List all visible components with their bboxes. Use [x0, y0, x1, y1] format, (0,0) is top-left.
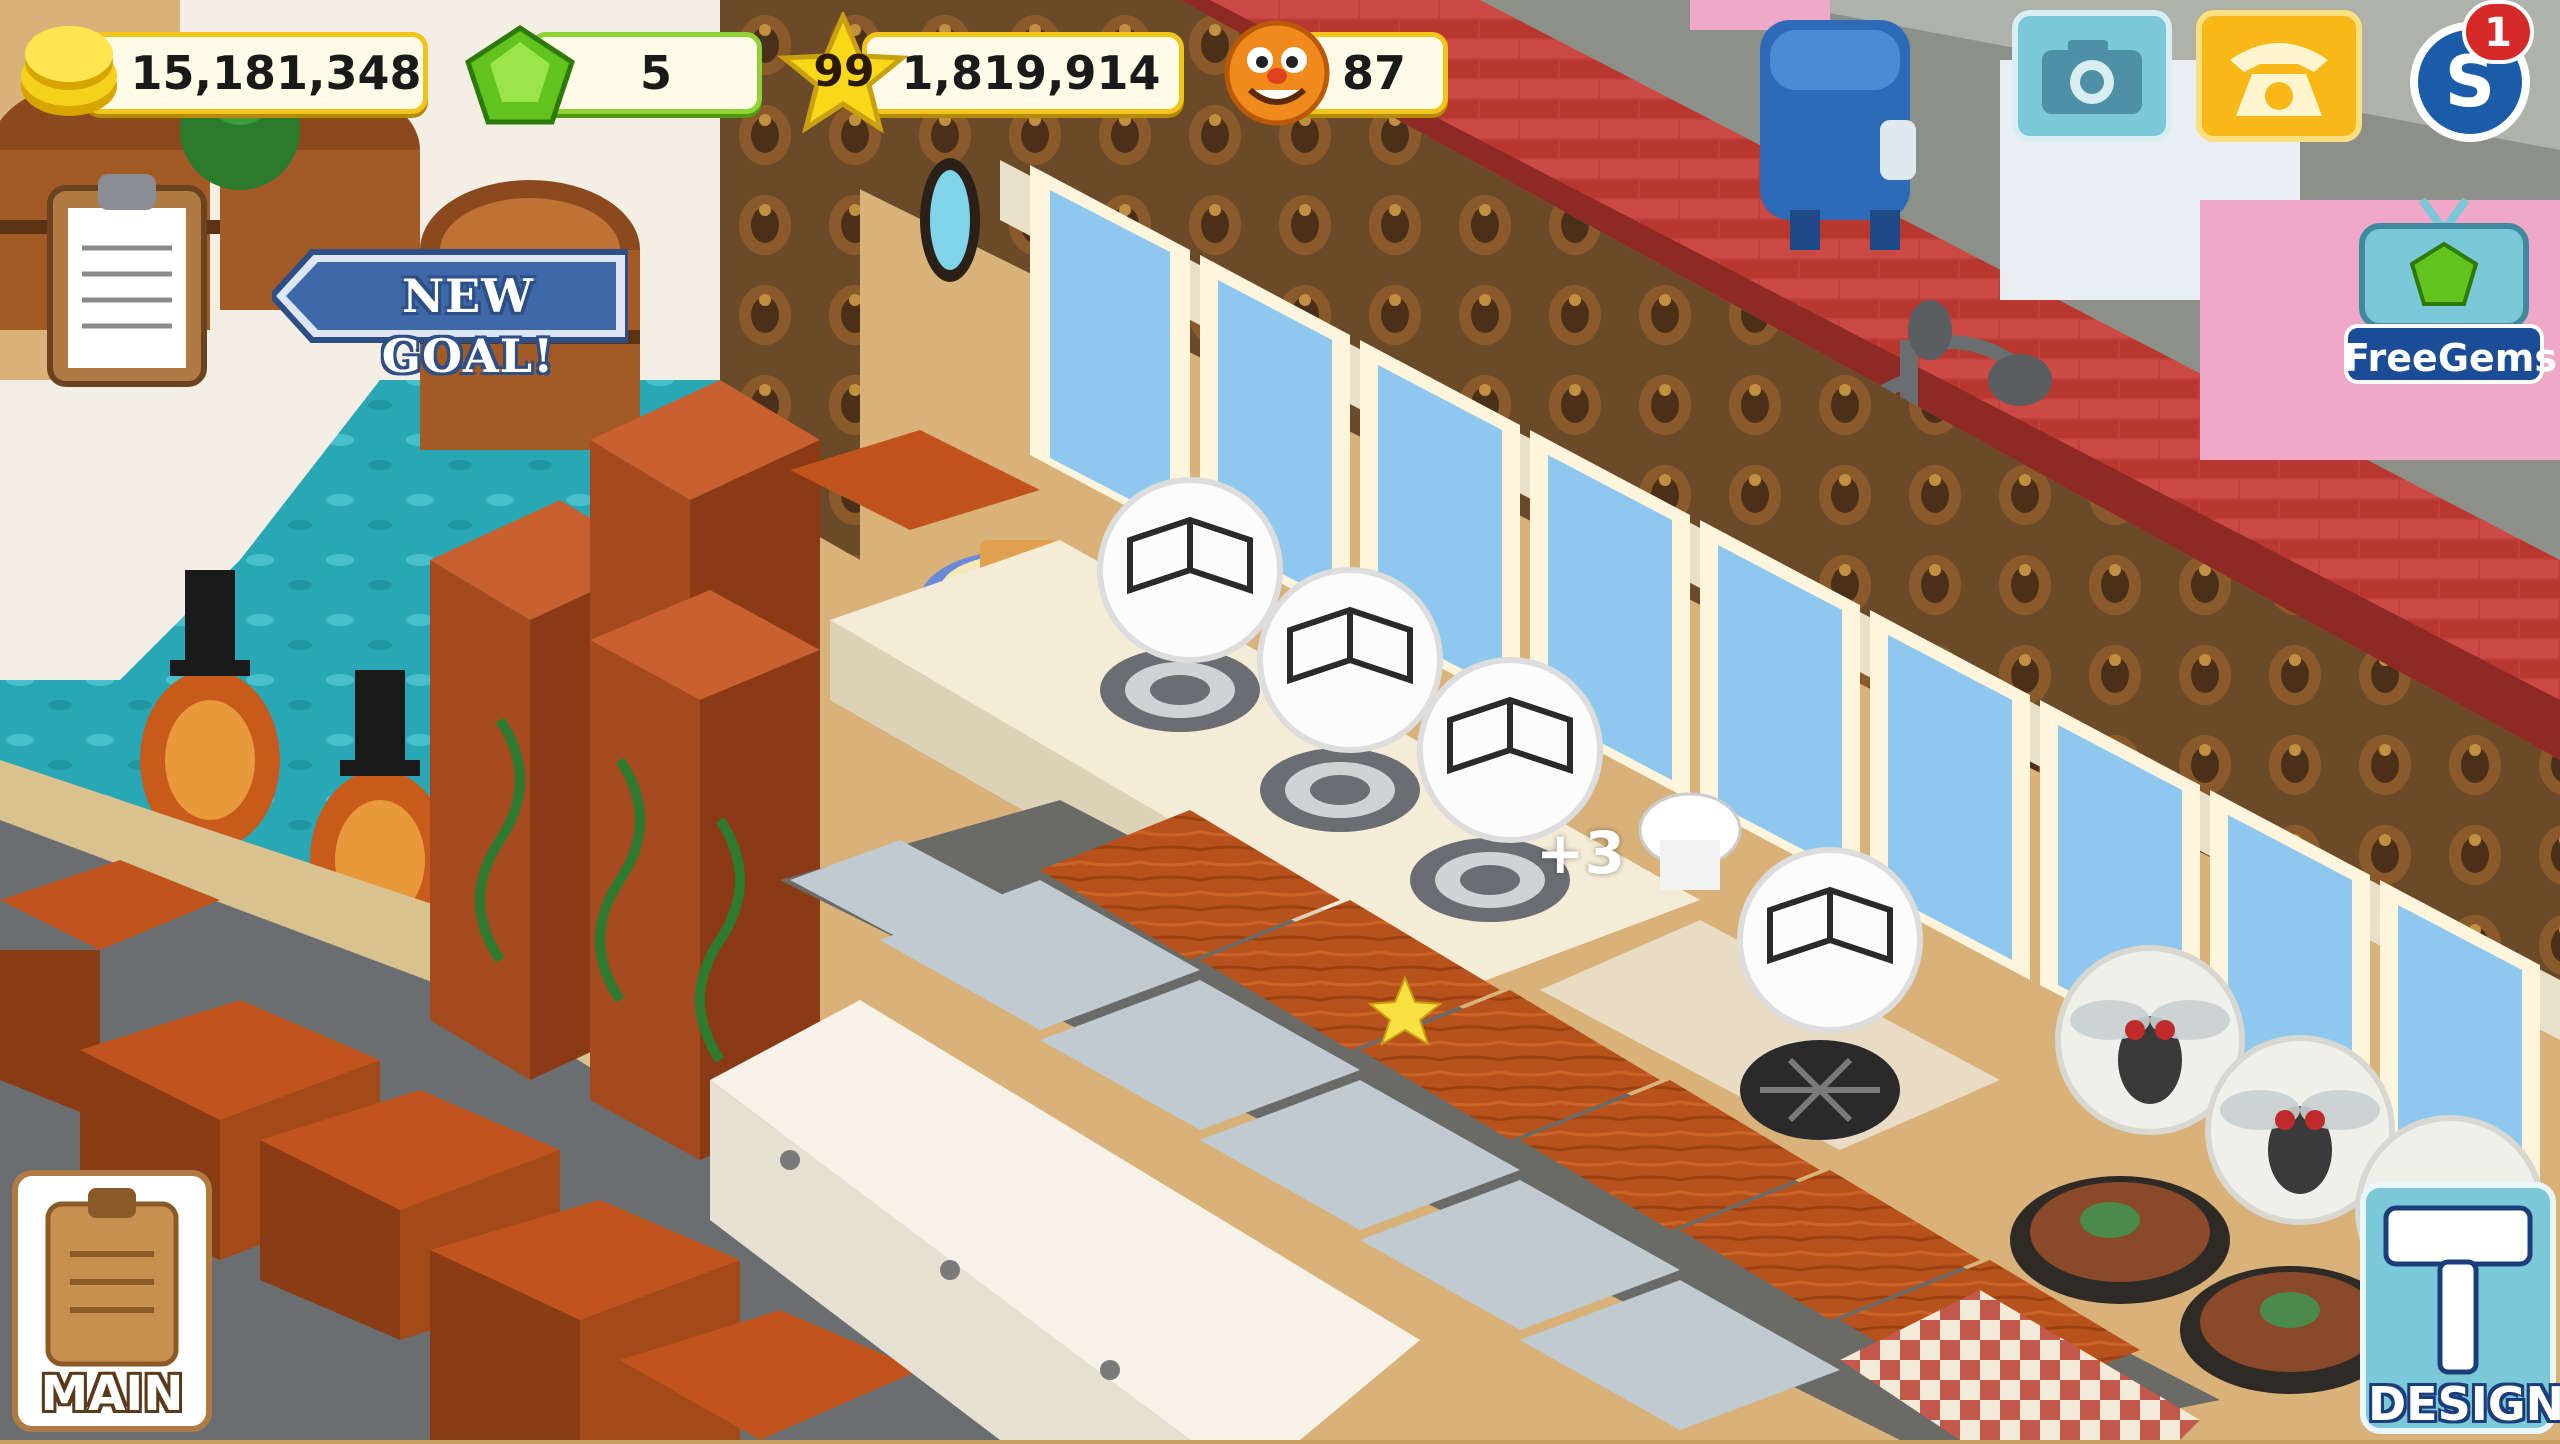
customer-face-icon	[1224, 20, 1330, 126]
mailbox	[1760, 20, 1916, 250]
gems-value: 5	[639, 46, 672, 100]
clipboard-icon	[45, 1188, 179, 1367]
experience-counter[interactable]: 1,819,914	[862, 32, 1184, 114]
experience-value: 1,819,914	[901, 46, 1161, 100]
main-button-label: MAIN	[40, 1366, 184, 1422]
tv-gem-icon	[2359, 197, 2529, 329]
notification-count: 1	[2484, 10, 2512, 56]
gem-icon	[465, 25, 575, 125]
ready-plus-indicator: +3	[1536, 819, 1625, 887]
restaurant-scene	[0, 0, 2560, 1440]
camera-icon	[2042, 40, 2142, 114]
level-value: 99	[813, 46, 875, 97]
phone-button[interactable]	[2196, 10, 2362, 142]
coins-value: 15,181,348	[130, 46, 422, 100]
goal-clipboard-button[interactable]	[42, 168, 212, 388]
new-goal-text: NEW GOAL!	[381, 269, 555, 383]
clipboard-icon	[47, 174, 207, 387]
free-gems-label[interactable]: FreeGems	[2344, 330, 2557, 386]
isometric-restaurant-art	[0, 0, 2560, 1440]
hammer-icon	[2383, 1205, 2533, 1375]
coin-icon	[21, 26, 117, 116]
coins-counter[interactable]: 15,181,348	[84, 32, 428, 114]
camera-button[interactable]	[2012, 10, 2172, 142]
customers-value: 87	[1341, 46, 1406, 100]
phone-icon	[2230, 43, 2328, 116]
design-button-label: DESIGN	[2368, 1377, 2560, 1431]
